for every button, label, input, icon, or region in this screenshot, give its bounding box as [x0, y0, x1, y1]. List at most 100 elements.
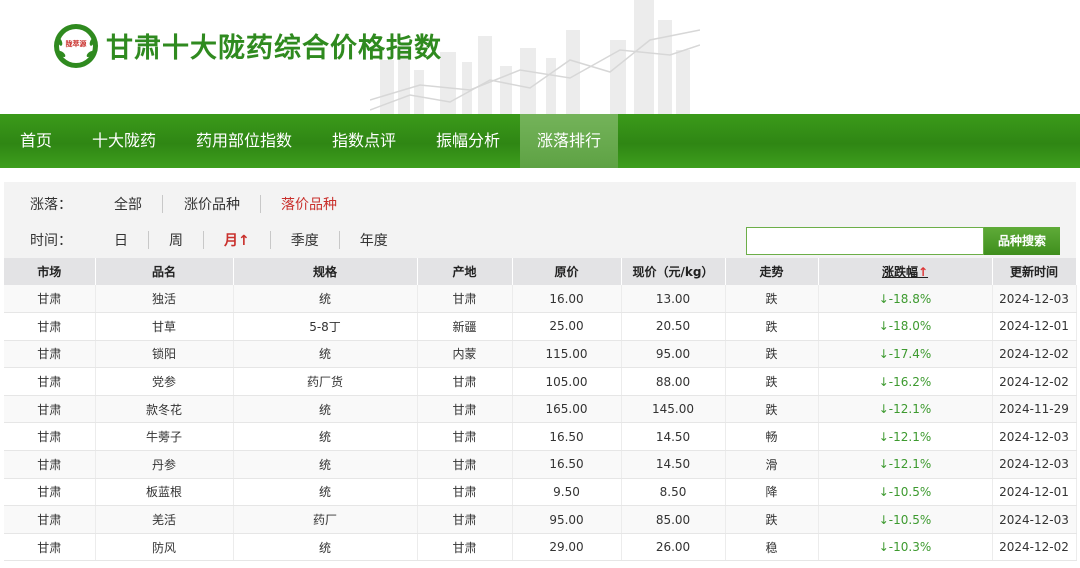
cell-market: 甘肃 — [4, 478, 96, 507]
col-origin: 产地 — [417, 258, 513, 285]
cell-market: 甘肃 — [4, 505, 96, 534]
site-header: 陇萃源 甘肃十大陇药综合价格指数 — [0, 0, 1080, 114]
cell-updated: 2024-12-02 — [992, 533, 1077, 562]
cell-market: 甘肃 — [4, 533, 96, 562]
cell-origin: 甘肃 — [417, 450, 513, 479]
cell-name: 款冬花 — [95, 395, 234, 424]
change-filter-row: 涨落： 全部 涨价品种 落价品种 — [4, 192, 337, 216]
cell-name: 防风 — [95, 533, 234, 562]
nav-item-part-index[interactable]: 药用部位指数 — [176, 114, 312, 168]
time-week[interactable]: 周 — [169, 230, 183, 250]
nav-item-home[interactable]: 首页 — [0, 114, 72, 168]
cell-current-price: 14.50 — [621, 422, 726, 452]
table-row: 甘肃 甘草 5-8丁 新疆 25.00 20.50 跌 ↓-18.0% 2024-12-01 — [4, 312, 1077, 341]
cell-current-price: 14.50 — [621, 450, 726, 479]
col-trend: 走势 — [725, 258, 819, 285]
cell-updated: 2024-12-01 — [992, 312, 1077, 341]
time-filter-label: 时间： — [30, 233, 72, 249]
search-input[interactable] — [746, 227, 984, 255]
cell-original-price: 105.00 — [512, 367, 622, 396]
cell-original-price: 165.00 — [512, 395, 622, 424]
col-original-price: 原价 — [512, 258, 622, 285]
cell-trend: 稳 — [725, 533, 819, 562]
cell-market: 甘肃 — [4, 422, 96, 452]
cell-current-price: 85.00 — [621, 505, 726, 534]
cell-market: 甘肃 — [4, 367, 96, 396]
table-row: 甘肃 防风统甘肃 29.00 26.00 稳 ↓-10.3% 2024-12-02 — [4, 533, 1077, 562]
table-row: 甘肃 羌活 药厂 甘肃 95.00 85.00 跌 ↓-10.5% 2024-12-03 — [4, 505, 1077, 534]
cell-market: 甘肃 — [4, 312, 96, 341]
table-row: 甘肃 丹参统甘肃 16.50 14.50 滑 ↓-12.1% 2024-12-03 — [4, 450, 1077, 479]
main-nav: 首页 十大陇药 药用部位指数 指数点评 振幅分析 涨落排行 — [0, 114, 1080, 168]
cell-trend: 跌 — [725, 312, 819, 341]
cell-spec: 5-8丁 — [233, 312, 418, 341]
table-row: 甘肃 板蓝根统甘肃 9.50 8.50 降 ↓-10.5% 2024-12-01 — [4, 478, 1077, 507]
search-button[interactable]: 品种搜索 — [984, 227, 1060, 255]
divider — [260, 195, 261, 213]
cell-origin: 新疆 — [417, 312, 513, 341]
nav-item-ranking[interactable]: 涨落排行 — [520, 114, 618, 168]
cell-original-price: 25.00 — [512, 312, 622, 341]
divider — [148, 231, 149, 249]
table-row: 甘肃 牛蒡子统甘肃 16.50 14.50 畅 ↓-12.1% 2024-12-03 — [4, 422, 1077, 452]
cell-original-price: 16.00 — [512, 285, 622, 314]
cell-market: 甘肃 — [4, 450, 96, 479]
cell-origin: 甘肃 — [417, 478, 513, 507]
cell-original-price: 115.00 — [512, 340, 622, 369]
cell-trend: 跌 — [725, 285, 819, 314]
cell-updated: 2024-12-02 — [992, 340, 1077, 369]
cell-spec: 统 — [233, 533, 418, 562]
cell-change-rate: ↓-12.1% — [818, 450, 993, 479]
nav-item-index-review[interactable]: 指数点评 — [312, 114, 416, 168]
col-current-price: 现价（元/kg） — [621, 258, 726, 285]
nav-item-top-ten-herbs[interactable]: 十大陇药 — [72, 114, 176, 168]
cell-name: 党参 — [95, 367, 234, 396]
table-row: 甘肃 党参 药厂货 甘肃 105.00 88.00 跌 ↓-16.2% 2024-12-02 — [4, 367, 1077, 396]
cell-market: 甘肃 — [4, 395, 96, 424]
filter-price-up[interactable]: 涨价品种 — [184, 194, 240, 214]
cell-change-rate: ↓-10.3% — [818, 533, 993, 562]
cell-change-rate: ↓-16.2% — [818, 367, 993, 396]
time-filter-row: 时间： 日 周 月↑ 季度 年度 — [4, 228, 388, 252]
divider — [338, 231, 340, 249]
cell-name: 丹参 — [95, 450, 234, 479]
cell-trend: 畅 — [725, 422, 819, 452]
table-row: 甘肃 款冬花统甘肃 165.00 145.00 跌 ↓-12.1% 2024-11-29 — [4, 395, 1077, 424]
cell-market: 甘肃 — [4, 285, 96, 314]
cell-current-price: 88.00 — [621, 367, 726, 396]
cell-trend: 跌 — [725, 505, 819, 534]
cell-original-price: 9.50 — [512, 478, 622, 507]
cell-updated: 2024-12-03 — [992, 285, 1077, 314]
cell-origin: 甘肃 — [417, 533, 513, 562]
nav-item-amplitude-analysis[interactable]: 振幅分析 — [416, 114, 520, 168]
cell-origin: 甘肃 — [417, 285, 513, 314]
cell-change-rate: ↓-18.8% — [818, 285, 993, 314]
cell-spec: 药厂 — [233, 505, 418, 534]
cell-trend: 滑 — [725, 450, 819, 479]
time-month[interactable]: 月↑ — [224, 230, 250, 250]
cell-spec: 统 — [233, 285, 418, 314]
filter-price-down[interactable]: 落价品种 — [281, 194, 337, 214]
cell-original-price: 29.00 — [512, 533, 622, 562]
cell-name: 板蓝根 — [95, 478, 234, 507]
time-year[interactable]: 年度 — [360, 230, 388, 250]
cell-spec: 统 — [233, 450, 418, 479]
cell-updated: 2024-12-03 — [992, 450, 1077, 479]
cell-trend: 降 — [725, 478, 819, 507]
cell-origin: 甘肃 — [417, 367, 513, 396]
cell-change-rate: ↓-12.1% — [818, 422, 993, 452]
time-quarter[interactable]: 季度 — [291, 230, 319, 250]
sort-up-arrow-icon: ↑ — [238, 233, 250, 249]
cell-updated: 2024-12-02 — [992, 367, 1077, 396]
time-day[interactable]: 日 — [114, 230, 128, 250]
cell-current-price: 145.00 — [621, 395, 726, 424]
col-change-rate[interactable]: 涨跌幅↑ — [818, 258, 993, 285]
cell-origin: 甘肃 — [417, 395, 513, 424]
cell-name: 牛蒡子 — [95, 422, 234, 452]
cell-name: 羌活 — [95, 505, 234, 534]
cell-name: 独活 — [95, 285, 234, 314]
cell-market: 甘肃 — [4, 340, 96, 369]
divider — [269, 231, 271, 249]
cell-original-price: 95.00 — [512, 505, 622, 534]
filter-all[interactable]: 全部 — [114, 194, 142, 214]
